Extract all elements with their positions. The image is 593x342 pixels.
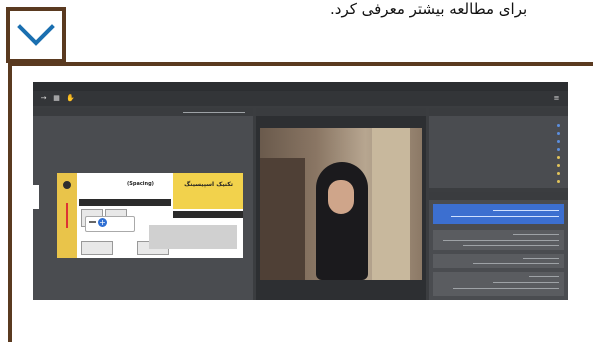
slide-header-row-2: [173, 211, 243, 218]
participants-list: [429, 108, 568, 188]
meeting-toolbar: → ▦ ✋ ≡: [33, 91, 568, 106]
slide-table-block: [149, 225, 237, 249]
chevron-down-icon: [17, 24, 55, 46]
chat-highlight-message: [433, 204, 564, 224]
collapse-toggle-button[interactable]: [6, 7, 66, 63]
participant-item: [554, 170, 560, 175]
chat-message: [433, 272, 564, 296]
user-icon: [557, 131, 560, 135]
participant-item: [554, 154, 560, 159]
bookshelf: [260, 158, 305, 280]
participants-header: [429, 108, 568, 116]
webcam-pane: [256, 108, 426, 300]
webcam-pane-header: [256, 108, 426, 116]
presentation-pane-header: [33, 108, 253, 116]
user-icon: [557, 163, 560, 167]
slide-subtitle: (Spacing): [127, 181, 154, 187]
hand-icon[interactable]: ✋: [66, 95, 75, 102]
participant-item: [554, 146, 560, 151]
user-icon: [557, 155, 560, 159]
door: [372, 128, 410, 280]
slide-cell: [81, 241, 113, 255]
user-icon: [557, 179, 560, 183]
slide-title-band: تکنیک اسپیسینگ: [173, 173, 243, 209]
caption-text: برای مطالعه بیشتر معرفی کرد.: [330, 0, 528, 18]
chat-message: [433, 230, 564, 250]
chat-header: [429, 192, 568, 200]
window-titlebar: [33, 82, 568, 91]
participant-item: [554, 122, 560, 127]
side-panel: [429, 108, 568, 300]
user-icon: [557, 123, 560, 127]
user-icon: [557, 171, 560, 175]
slide-title: تکنیک اسپیسینگ: [184, 181, 233, 188]
chat-pane: [429, 192, 568, 300]
slide-header-row: [79, 199, 171, 206]
participant-item: [554, 178, 560, 183]
participant-item: [554, 138, 560, 143]
menu-icon[interactable]: ≡: [553, 95, 560, 102]
webcam-video: [260, 128, 422, 280]
slide-red-arrow: [66, 203, 68, 228]
participant-item: [554, 162, 560, 167]
zoom-out-icon[interactable]: [89, 221, 96, 223]
zoom-in-icon[interactable]: +: [98, 218, 107, 227]
grid-icon[interactable]: ▦: [53, 95, 60, 102]
participant-item: [554, 130, 560, 135]
user-icon: [557, 139, 560, 143]
exit-icon[interactable]: →: [40, 95, 47, 102]
university-logo: [61, 179, 73, 191]
presentation-pane: تکنیک اسپیسینگ (Spacing) +: [33, 108, 253, 300]
zoom-control[interactable]: +: [85, 216, 135, 232]
presenter-face: [328, 180, 354, 214]
embedded-screenshot: → ▦ ✋ ≡ تکنیک اسپیسینگ (Spacing) +: [33, 82, 568, 300]
side-tab-handle[interactable]: [33, 185, 39, 209]
user-icon: [557, 147, 560, 151]
chat-message: [433, 254, 564, 268]
